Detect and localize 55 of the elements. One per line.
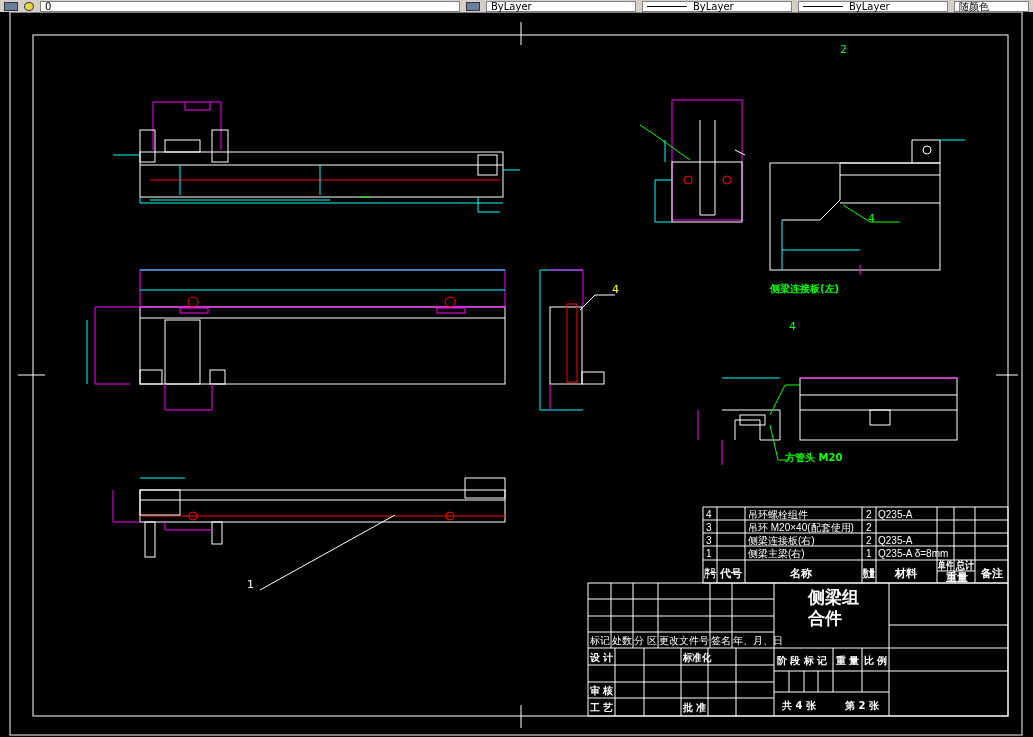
linetype-dropdown[interactable]: ByLayer [642,0,792,12]
column-header: 代号 [720,567,742,580]
table-cell: 标记 [590,635,610,646]
table-cell: 1 [706,548,712,559]
leader-line [579,294,616,311]
table-cell: 审 核 [590,685,614,696]
layer-dropdown[interactable]: 0 [40,0,460,12]
column-header: 重量 [946,571,968,584]
table-cell: 侧梁连接板(右) [748,535,815,546]
callout-number: 4 [789,320,796,333]
table-cell: Q235-A [878,535,913,546]
layers-icon[interactable] [466,1,480,11]
column-header: 名称 [790,567,812,580]
table-cell: 处数 [612,635,632,646]
table-cell: Q235-A [878,509,913,520]
table-cell: 2 [866,522,872,533]
table-cell: 3 [706,522,712,533]
table-cell: 1 [866,548,872,559]
layers-icon[interactable] [4,1,18,11]
drawing-title: 侧梁组 [808,587,859,607]
plot-style-dropdown[interactable]: 随颜色 [954,0,1029,12]
sheet-count: 共 4 张 [782,700,816,711]
table-cell: 设 计 [590,652,614,663]
view-note: 方管头 M20 [785,452,843,463]
table-cell: 更改文件号 [659,635,709,646]
table-cell: 分 区 [634,635,658,646]
table-cell: 工 艺 [590,702,614,713]
lineweight-dropdown[interactable]: ByLayer [798,0,948,12]
table-cell: 签名 [711,635,731,646]
column-header: 材料 [895,567,917,580]
callout-number: 4 [868,212,875,225]
table-cell: Q235-A δ=8mm [878,548,949,559]
bulb-icon[interactable] [24,1,34,11]
table-cell: 比 例 [864,655,888,666]
drawing-title: 合件 [808,608,842,628]
view-note: 侧梁连接板(左) [770,283,840,294]
sheet-count: 第 2 张 [845,700,879,711]
table-cell: 批 准 [683,702,707,713]
callout-number: 4 [612,283,619,296]
table-cell: 标准化 [683,652,713,663]
table-cell: 2 [866,509,872,520]
table-cell: 阶 段 标 记 [777,655,828,666]
table-cell: 年、月、日 [733,635,783,646]
table-cell: 2 [866,535,872,546]
callout-number: 1 [247,578,254,591]
table-cell: 侧梁主梁(右) [748,548,805,559]
table-cell: 吊环 M20×40(配套使用) [748,522,854,533]
callout-number: 2 [840,43,847,56]
column-header: 备注 [981,567,1003,580]
table-cell: 4 [706,509,712,520]
table-cell: 吊环螺栓组件 [748,509,808,520]
color-dropdown[interactable]: ByLayer [486,0,636,12]
table-cell: 重 量 [836,655,860,666]
table-cell: 3 [706,535,712,546]
column-header: 数量 [863,567,885,580]
